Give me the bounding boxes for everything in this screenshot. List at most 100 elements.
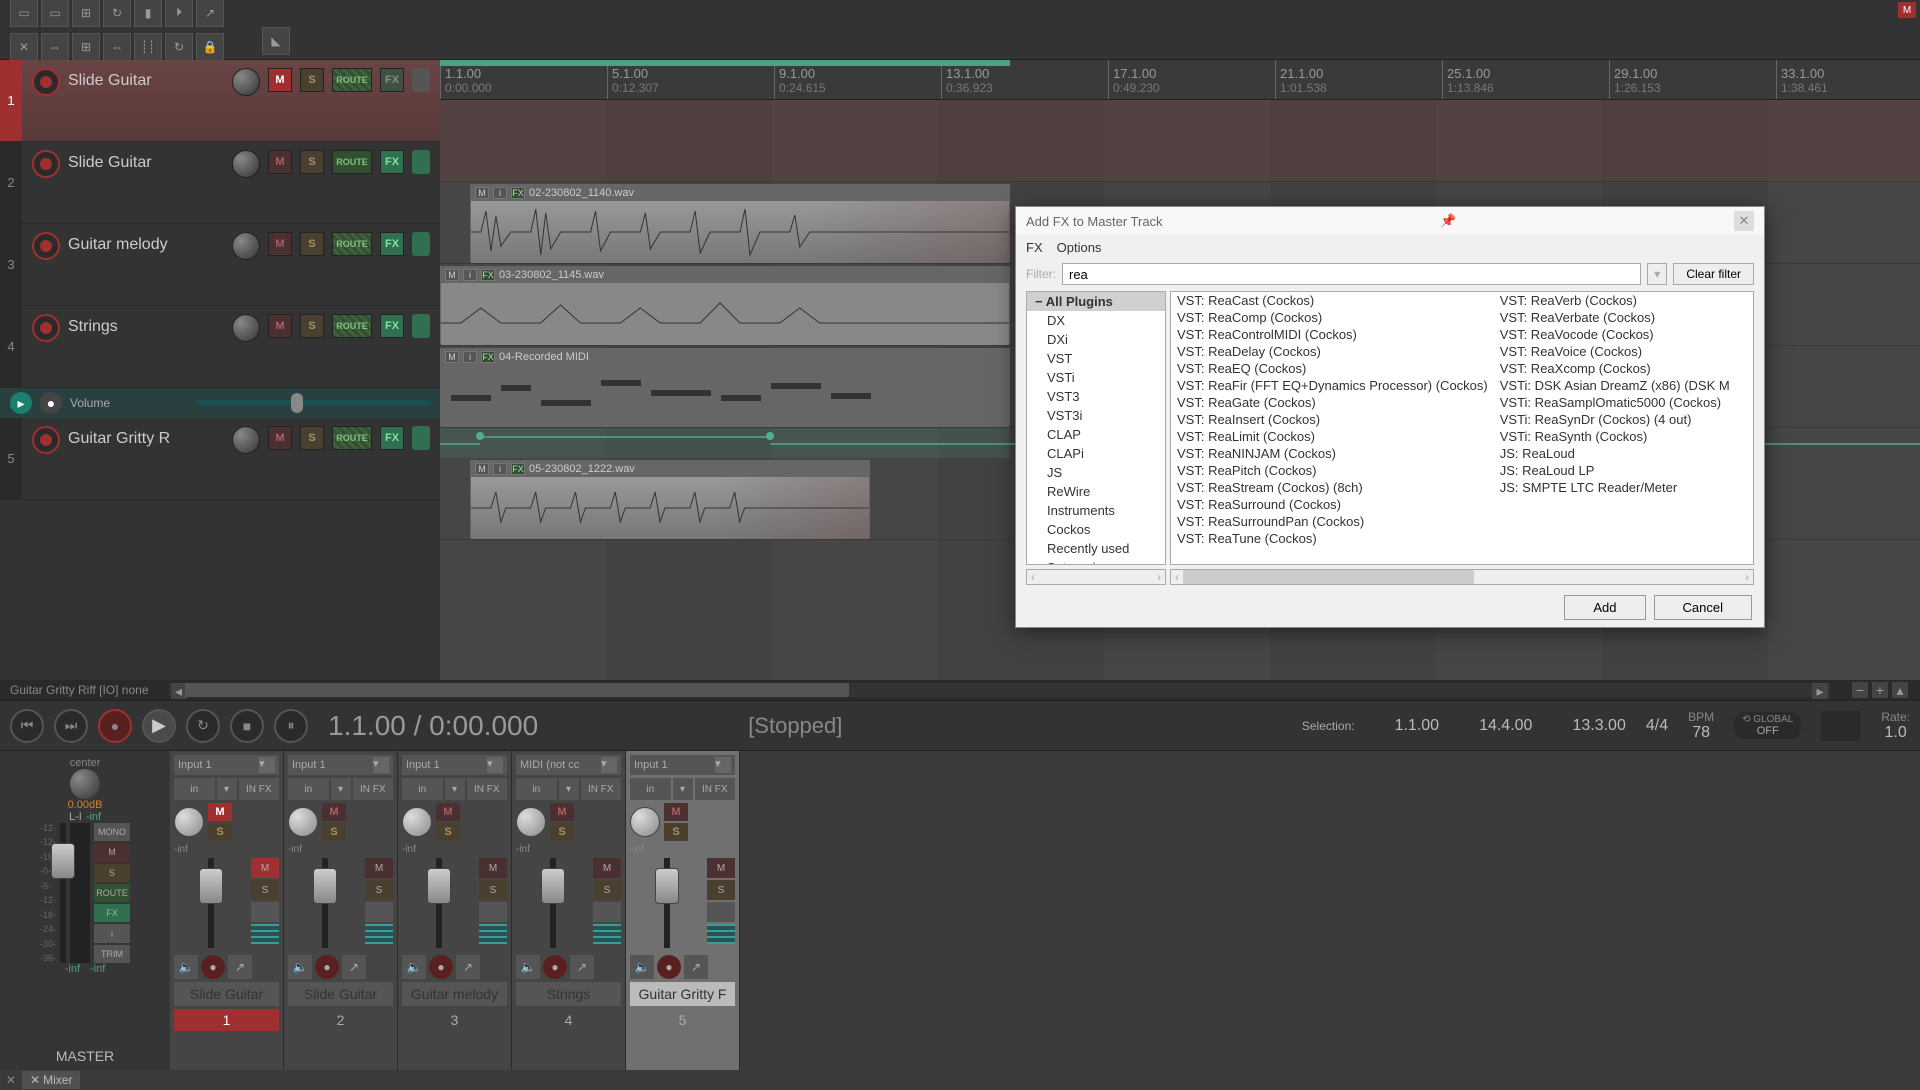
audio-clip[interactable]: M i FX 05-230802_1222.wav bbox=[470, 460, 870, 538]
in-monitor[interactable]: in bbox=[174, 778, 215, 800]
plugin-list-item[interactable]: VST: ReaPitch (Cockos) bbox=[1171, 462, 1494, 479]
plugin-list-item[interactable]: VST: ReaSurroundPan (Cockos) bbox=[1171, 513, 1494, 530]
envelope-arm-button[interactable]: ● bbox=[40, 392, 62, 414]
master-i-button[interactable]: i bbox=[94, 924, 130, 942]
plugin-list-item[interactable]: VSTi: DSK Asian DreamZ (x86) (DSK M bbox=[1494, 377, 1753, 394]
midi-clip[interactable]: M i FX 04-Recorded MIDI bbox=[440, 348, 1010, 426]
strip-rec-button[interactable]: ● bbox=[429, 955, 453, 979]
plugin-list-item[interactable]: VST: ReaSurround (Cockos) bbox=[1171, 496, 1494, 513]
strip-mute-button[interactable]: M bbox=[664, 803, 688, 821]
toolbar-btn-2[interactable]: ▭ bbox=[41, 0, 69, 27]
clip-mute-icon[interactable]: M bbox=[475, 463, 489, 475]
selection-length[interactable]: 13.3.00 bbox=[1572, 717, 1625, 735]
strip-mute-button[interactable]: M bbox=[550, 803, 574, 821]
strip-pan-knob[interactable] bbox=[402, 807, 432, 837]
plugin-category-tree[interactable]: − All PluginsDXDXiVSTVSTiVST3VST3iCLAPCL… bbox=[1026, 291, 1166, 565]
master-m-button[interactable]: M bbox=[94, 843, 130, 861]
strip-rec-button[interactable]: ● bbox=[657, 955, 681, 979]
pan-knob[interactable] bbox=[232, 232, 260, 260]
chevron-down-icon[interactable]: ▾ bbox=[259, 757, 275, 773]
clip-mute-icon[interactable]: M bbox=[445, 269, 459, 281]
selection-end[interactable]: 14.4.00 bbox=[1479, 717, 1532, 735]
volume-envelope-lane[interactable]: ▸ ● Volume bbox=[0, 388, 440, 418]
toolbar-btn-3[interactable]: ⊞ bbox=[72, 0, 100, 27]
tree-item[interactable]: Instruments bbox=[1027, 501, 1165, 520]
in-dropdown-icon[interactable]: ▾ bbox=[331, 778, 351, 800]
track-name[interactable]: Guitar melody bbox=[68, 232, 224, 254]
tree-item[interactable]: − Categories bbox=[1027, 558, 1165, 565]
route-button[interactable]: ROUTE bbox=[332, 426, 372, 450]
fx-bypass-button[interactable] bbox=[412, 232, 430, 256]
zoom-in-icon[interactable]: + bbox=[1872, 682, 1888, 698]
plugin-list-item[interactable]: VST: ReaStream (Cockos) (8ch) bbox=[1171, 479, 1494, 496]
master-fader[interactable] bbox=[60, 823, 66, 963]
track-row-1[interactable]: 1 Slide Guitar M S ROUTE FX M bbox=[0, 60, 440, 142]
strip-mute2-button[interactable]: M bbox=[707, 858, 735, 878]
grid-btn-4[interactable]: ⇔ bbox=[103, 33, 131, 61]
fx-bypass-button[interactable] bbox=[412, 314, 430, 338]
bpm-value[interactable]: 78 bbox=[1692, 724, 1710, 742]
master-strip[interactable]: center 0.00dB L-I -inf -12--12--18--0--6… bbox=[0, 751, 170, 1070]
strip-speaker-icon[interactable]: 🔈 bbox=[402, 955, 426, 979]
clear-filter-button[interactable]: Clear filter bbox=[1673, 263, 1754, 285]
master-pan-knob[interactable] bbox=[70, 769, 100, 799]
strip-env-icon[interactable]: ↗ bbox=[456, 955, 480, 979]
strip-env-icon[interactable]: ↗ bbox=[684, 955, 708, 979]
dialog-pin-icon[interactable]: 📌 bbox=[1438, 211, 1458, 231]
in-fx-button[interactable]: IN FX bbox=[581, 778, 622, 800]
strip-name[interactable]: Slide Guitar bbox=[174, 982, 279, 1006]
horizontal-scrollbar[interactable]: ◂ ▸ bbox=[169, 683, 1831, 697]
plugin-list-item[interactable]: VST: ReaGate (Cockos) bbox=[1171, 394, 1494, 411]
mixer-strip[interactable]: MIDI (not cc▾ in ▾ IN FX M S -inf M S bbox=[512, 751, 626, 1070]
clip-fx-icon[interactable]: FX bbox=[481, 351, 495, 363]
plugin-list-item[interactable]: VST: ReaComp (Cockos) bbox=[1171, 309, 1494, 326]
in-dropdown-icon[interactable]: ▾ bbox=[673, 778, 693, 800]
master-fx-button[interactable]: FX bbox=[94, 904, 130, 922]
master-mono-button[interactable]: MONO bbox=[94, 823, 130, 841]
route-button[interactable]: ROUTE bbox=[332, 150, 372, 174]
filter-input[interactable] bbox=[1062, 263, 1641, 285]
clip-fx-icon[interactable]: FX bbox=[511, 187, 525, 199]
master-trim-button[interactable]: TRIM bbox=[94, 945, 130, 963]
strip-name[interactable]: Guitar melody bbox=[402, 982, 507, 1006]
track-name[interactable]: Slide Guitar bbox=[68, 68, 224, 90]
grid-btn-6[interactable]: ↻ bbox=[165, 33, 193, 61]
close-tab-icon[interactable]: ✕ bbox=[6, 1073, 16, 1087]
fx-button[interactable]: FX bbox=[380, 426, 404, 450]
plugin-list-item[interactable]: VSTi: ReaSynth (Cockos) bbox=[1494, 428, 1753, 445]
strip-name[interactable]: Slide Guitar bbox=[288, 982, 393, 1006]
in-fx-button[interactable]: IN FX bbox=[695, 778, 736, 800]
lock-icon[interactable]: 🔒 bbox=[196, 33, 224, 61]
mixer-strip[interactable]: Input 1▾ in ▾ IN FX M S -inf M S bbox=[626, 751, 740, 1070]
tree-item[interactable]: CLAPi bbox=[1027, 444, 1165, 463]
add-button[interactable]: Add bbox=[1564, 595, 1645, 620]
fx-button[interactable]: FX bbox=[380, 150, 404, 174]
input-select[interactable]: Input 1▾ bbox=[174, 755, 279, 775]
record-arm-button[interactable] bbox=[32, 150, 60, 178]
clip-mute-icon[interactable]: M bbox=[445, 351, 459, 363]
toolbar-btn-4[interactable]: ↻ bbox=[103, 0, 131, 27]
pan-knob[interactable] bbox=[232, 150, 260, 178]
in-monitor[interactable]: in bbox=[288, 778, 329, 800]
plugin-list-item[interactable]: VST: ReaLimit (Cockos) bbox=[1171, 428, 1494, 445]
dialog-tree-scrollbar[interactable]: ‹› ‹› bbox=[1026, 569, 1754, 585]
mixer-strip[interactable]: Input 1▾ in ▾ IN FX M S -inf M S bbox=[398, 751, 512, 1070]
mute-button[interactable]: M bbox=[268, 68, 292, 92]
mute-button[interactable]: M bbox=[268, 426, 292, 450]
tree-item[interactable]: VSTi bbox=[1027, 368, 1165, 387]
audio-clip[interactable]: M i FX 02-230802_1140.wav bbox=[470, 184, 1010, 262]
plugin-list-item[interactable]: VST: ReaVerbate (Cockos) bbox=[1494, 309, 1753, 326]
record-button[interactable]: ● bbox=[98, 709, 132, 743]
toolbar-btn-7[interactable]: ↗ bbox=[196, 0, 224, 27]
input-select[interactable]: Input 1▾ bbox=[288, 755, 393, 775]
track-row-4[interactable]: 4 Strings M S ROUTE FX bbox=[0, 306, 440, 388]
strip-solo2-button[interactable]: S bbox=[251, 880, 279, 900]
chevron-down-icon[interactable]: ▾ bbox=[487, 757, 503, 773]
plugin-list-item[interactable]: VST: ReaCast (Cockos) bbox=[1171, 292, 1494, 309]
plugin-list-item[interactable]: VST: ReaXcomp (Cockos) bbox=[1494, 360, 1753, 377]
tree-item[interactable]: VST bbox=[1027, 349, 1165, 368]
loop-button[interactable]: ↻ bbox=[186, 709, 220, 743]
strip-mute2-button[interactable]: M bbox=[251, 858, 279, 878]
strip-mute2-button[interactable]: M bbox=[365, 858, 393, 878]
strip-route-icon[interactable] bbox=[251, 924, 279, 944]
